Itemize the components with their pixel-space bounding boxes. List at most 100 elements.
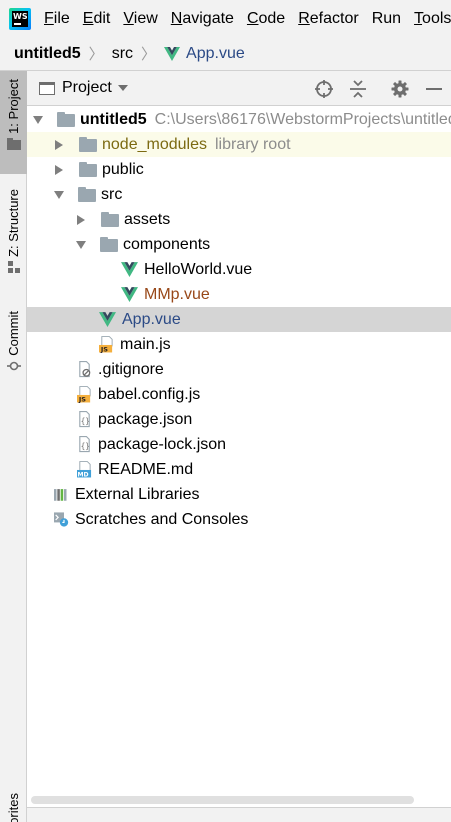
js-file-icon: JS <box>99 336 113 353</box>
tree-label: src <box>101 185 123 203</box>
tree-row-assets[interactable]: assets <box>27 207 451 232</box>
menu-edit[interactable]: Edit <box>83 10 111 28</box>
collapse-all-button[interactable] <box>341 71 375 106</box>
library-icon <box>54 489 67 501</box>
json-file-icon: {} <box>79 436 90 453</box>
tree-row-gitignore[interactable]: .gitignore <box>27 357 451 382</box>
tree-row-components[interactable]: components <box>27 232 451 257</box>
library-root-tag: library root <box>214 135 291 153</box>
breadcrumb-file[interactable]: App.vue <box>164 45 245 63</box>
collapse-arrow-icon[interactable] <box>55 164 63 175</box>
panel-title[interactable]: Project <box>62 79 112 97</box>
vue-file-icon <box>164 46 181 61</box>
chevron-down-icon[interactable] <box>117 85 128 91</box>
menu-code[interactable]: Code <box>247 10 285 28</box>
menu-tools[interactable]: Tools <box>414 10 451 28</box>
tree-row-package[interactable]: {} package.json <box>27 407 451 432</box>
collapse-arrow-icon[interactable] <box>77 214 85 225</box>
menu-run[interactable]: Run <box>372 10 401 28</box>
minus-icon <box>426 87 442 90</box>
tree-row-mmp[interactable]: MMp.vue <box>27 282 451 307</box>
tree-label: External Libraries <box>75 485 200 503</box>
tree-label: public <box>102 160 144 178</box>
tree-label: HelloWorld.vue <box>144 260 253 278</box>
webstorm-logo-icon: WS <box>9 7 31 30</box>
menu-file[interactable]: File <box>44 10 70 28</box>
tool-window-structure-button[interactable]: Z: Structure <box>0 185 27 289</box>
bottom-tool-bar <box>27 807 451 822</box>
vue-file-icon <box>121 287 138 302</box>
tree-path: C:\Users\86176\WebstormProjects\untitled… <box>154 110 451 128</box>
tree-label: README.md <box>98 460 194 478</box>
folder-icon <box>79 162 97 177</box>
tree-label: babel.config.js <box>98 385 201 403</box>
svg-text:{}: {} <box>81 442 90 451</box>
tree-row-babel[interactable]: JS babel.config.js <box>27 382 451 407</box>
tree-row-node-modules[interactable]: node_modules library root <box>27 132 451 157</box>
tree-row-src[interactable]: src <box>27 182 451 207</box>
menu-view[interactable]: View <box>123 10 157 28</box>
project-panel-header: Project <box>27 71 451 106</box>
menu-bar: WS File Edit View Navigate Code Refactor… <box>0 0 451 37</box>
svg-text:JS: JS <box>78 396 86 403</box>
project-view-icon <box>39 81 55 95</box>
folder-icon <box>79 137 97 152</box>
tool-window-favorites-label: 2: Favorites <box>6 793 21 822</box>
horizontal-scrollbar[interactable] <box>27 794 451 807</box>
commit-icon <box>6 361 21 371</box>
tree-label: untitled5 <box>80 110 147 128</box>
tree-label: Scratches and Consoles <box>75 510 249 528</box>
expand-arrow-icon[interactable] <box>76 240 86 249</box>
svg-text:{}: {} <box>81 417 90 426</box>
folder-icon <box>100 237 118 252</box>
tree-label: MMp.vue <box>144 285 210 303</box>
collapse-all-icon <box>350 79 366 98</box>
folder-icon <box>57 112 75 127</box>
folder-icon <box>101 212 119 227</box>
tool-window-commit-button[interactable]: Commit <box>0 307 27 381</box>
vue-file-icon <box>121 262 138 277</box>
tree-label: App.vue <box>122 310 181 328</box>
tree-row-scratches[interactable]: Scratches and Consoles <box>27 507 451 532</box>
gear-icon <box>391 80 409 97</box>
json-file-icon: {} <box>79 411 90 428</box>
tree-row-readme[interactable]: MD README.md <box>27 457 451 482</box>
chevron-right-icon: 〉 <box>141 46 157 63</box>
expand-arrow-icon[interactable] <box>54 190 64 199</box>
scratches-icon <box>54 512 69 527</box>
menu-navigate[interactable]: Navigate <box>171 10 234 28</box>
breadcrumb: untitled5 〉 src 〉 App.vue <box>0 37 451 71</box>
crosshair-icon <box>315 79 333 98</box>
tool-window-structure-label: Z: Structure <box>6 189 21 257</box>
tree-row-root[interactable]: untitled5 C:\Users\86176\WebstormProject… <box>27 107 451 132</box>
expand-arrow-icon[interactable] <box>33 115 43 124</box>
markdown-file-icon: MD <box>77 461 92 478</box>
tree-row-app[interactable]: App.vue <box>27 307 451 332</box>
chevron-right-icon: 〉 <box>88 46 104 63</box>
breadcrumb-folder[interactable]: src <box>112 45 133 63</box>
menu-refactor[interactable]: Refactor <box>298 10 358 28</box>
tree-row-public[interactable]: public <box>27 157 451 182</box>
tree-label: package-lock.json <box>98 435 227 453</box>
project-tree: untitled5 C:\Users\86176\WebstormProject… <box>27 106 451 794</box>
tree-row-mainjs[interactable]: JS main.js <box>27 332 451 357</box>
left-tool-stripe: 1: Project Z: Structure Commit 2: Favori… <box>0 71 27 822</box>
ignore-file-icon <box>79 361 91 378</box>
locate-file-button[interactable] <box>307 71 341 106</box>
tool-window-project-button[interactable]: 1: Project <box>0 71 27 174</box>
tree-label: components <box>123 235 211 253</box>
tree-row-helloworld[interactable]: HelloWorld.vue <box>27 257 451 282</box>
tree-label: package.json <box>98 410 193 428</box>
tree-row-external-libraries[interactable]: External Libraries <box>27 482 451 507</box>
hide-panel-button[interactable] <box>417 71 451 106</box>
tool-window-favorites-button[interactable]: 2: Favorites <box>0 793 27 822</box>
tree-row-package-lock[interactable]: {} package-lock.json <box>27 432 451 457</box>
vue-file-icon <box>99 312 116 327</box>
tree-label: assets <box>124 210 171 228</box>
collapse-arrow-icon[interactable] <box>55 139 63 150</box>
breadcrumb-project[interactable]: untitled5 <box>14 45 81 63</box>
tree-label: main.js <box>120 335 171 353</box>
folder-icon <box>78 187 96 202</box>
scrollbar-thumb[interactable] <box>31 796 414 804</box>
settings-button[interactable] <box>383 71 417 106</box>
